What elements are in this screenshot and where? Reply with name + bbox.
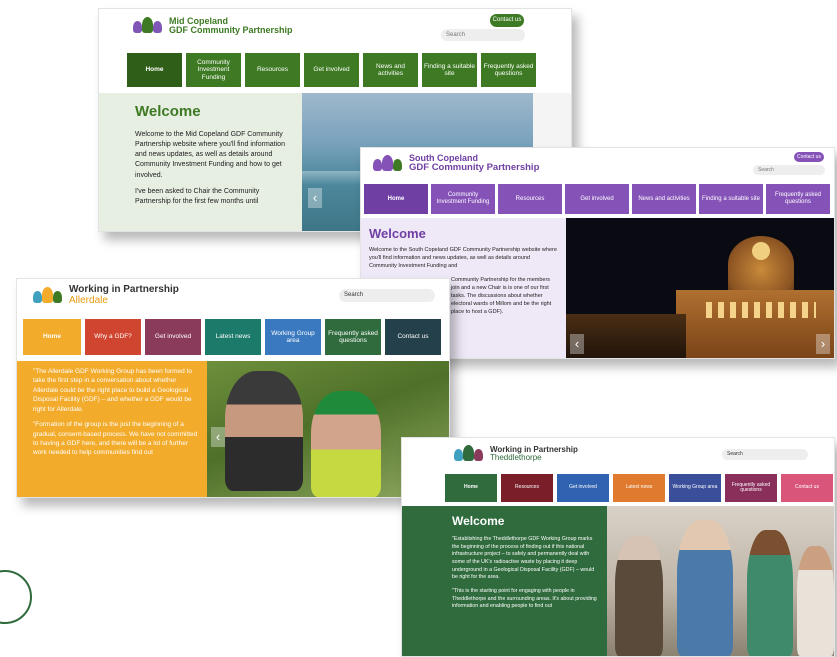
carousel-prev-button[interactable]: ‹ bbox=[308, 188, 322, 208]
nav-working-group-area[interactable]: Working Group area bbox=[265, 319, 321, 355]
search-input[interactable]: Search bbox=[441, 29, 525, 41]
theddlethorpe-screenshot: Working in Partnership Theddlethorpe Sea… bbox=[401, 437, 835, 657]
nav-latest-news[interactable]: Latest news bbox=[613, 474, 665, 502]
search-input[interactable]: Search bbox=[753, 165, 825, 175]
nav-contact-us[interactable]: Contact us bbox=[385, 319, 441, 355]
nav-finding-site[interactable]: Finding a suitable site bbox=[699, 184, 763, 214]
welcome-paragraph-1: Welcome to the South Copeland GDF Commun… bbox=[369, 247, 557, 269]
mid-copeland-logo[interactable]: Mid Copeland GDF Community Partnership bbox=[133, 16, 293, 36]
nav-faq[interactable]: Frequently asked questions bbox=[325, 319, 381, 355]
welcome-paragraph-1: Welcome to the Mid Copeland GDF Communit… bbox=[135, 131, 285, 179]
welcome-panel: Welcome "Establishing the Theddlethorpe … bbox=[402, 506, 607, 656]
nav-latest-news[interactable]: Latest news bbox=[205, 319, 261, 355]
allerdale-logo[interactable]: Working in Partnership Allerdale bbox=[33, 284, 179, 306]
nav-resources[interactable]: Resources bbox=[501, 474, 553, 502]
search-input[interactable]: Search bbox=[722, 449, 808, 460]
page-title: Welcome bbox=[452, 514, 505, 528]
nav-get-involved[interactable]: Get involved bbox=[565, 184, 629, 214]
logo-line2: Allerdale bbox=[69, 294, 108, 306]
people-logo-icon bbox=[373, 154, 403, 173]
nav-home[interactable]: Home bbox=[445, 474, 497, 502]
nav-resources[interactable]: Resources bbox=[245, 53, 300, 87]
nav-working-group-area[interactable]: Working Group area bbox=[669, 474, 721, 502]
nav-home[interactable]: Home bbox=[364, 184, 428, 214]
nav-home[interactable]: Home bbox=[127, 53, 182, 87]
intro-paragraph-2: "Formation of the group is the just the … bbox=[33, 421, 198, 457]
contact-us-button[interactable]: Contact us bbox=[794, 152, 824, 162]
nav-resources[interactable]: Resources bbox=[498, 184, 562, 214]
page-title: Welcome bbox=[369, 226, 426, 241]
nav-contact-us[interactable]: Contact us bbox=[781, 474, 833, 502]
main-nav: Home Community Investment Funding Resour… bbox=[364, 184, 830, 214]
nav-faq[interactable]: Frequently asked questions bbox=[481, 53, 536, 87]
allerdale-screenshot: Working in Partnership Allerdale Search … bbox=[16, 278, 450, 498]
theddlethorpe-logo[interactable]: Working in Partnership Theddlethorpe bbox=[454, 445, 578, 463]
logo-line2: Theddlethorpe bbox=[490, 453, 542, 462]
carousel-next-button[interactable]: › bbox=[816, 334, 830, 354]
search-input[interactable]: Search bbox=[339, 289, 435, 302]
nav-community-investment-funding[interactable]: Community Investment Funding bbox=[186, 53, 241, 87]
intro-panel: "The Allerdale GDF Working Group has bee… bbox=[17, 361, 207, 497]
people-logo-icon bbox=[33, 286, 63, 305]
contact-us-button[interactable]: Contact us bbox=[490, 14, 524, 27]
nav-get-involved[interactable]: Get involved bbox=[557, 474, 609, 502]
decorative-circle bbox=[0, 570, 32, 624]
nav-news-activities[interactable]: News and activities bbox=[632, 184, 696, 214]
people-logo-icon bbox=[133, 17, 163, 35]
nav-get-involved[interactable]: Get involved bbox=[145, 319, 201, 355]
logo-line1: Working in Partnership bbox=[69, 284, 179, 295]
main-nav: Home Resources Get involved Latest news … bbox=[445, 474, 833, 502]
intro-paragraph-1: "The Allerdale GDF Working Group has bee… bbox=[33, 368, 192, 413]
main-nav: Home Community Investment Funding Resour… bbox=[127, 53, 536, 87]
carousel-prev-button[interactable]: ‹ bbox=[570, 334, 584, 354]
main-nav: Home Why a GDF? Get involved Latest news… bbox=[23, 319, 441, 355]
nav-home[interactable]: Home bbox=[23, 319, 81, 355]
carousel-prev-button[interactable]: ‹ bbox=[211, 427, 225, 447]
nav-finding-site[interactable]: Finding a suitable site bbox=[422, 53, 477, 87]
welcome-paragraph-1: "Establishing the Theddlethorpe GDF Work… bbox=[452, 536, 595, 581]
logo-line2: GDF Community Partnership bbox=[409, 162, 540, 174]
welcome-paragraph-2: "This is the starting point for engaging… bbox=[452, 588, 597, 610]
nav-community-investment-funding[interactable]: Community Investment Funding bbox=[431, 184, 495, 214]
south-copeland-logo[interactable]: South Copeland GDF Community Partnership bbox=[373, 153, 540, 174]
nav-get-involved[interactable]: Get involved bbox=[304, 53, 359, 87]
logo-line2: GDF Community Partnership bbox=[169, 25, 293, 36]
welcome-paragraph-2: I've been asked to Chair the Community P… bbox=[135, 187, 260, 205]
nav-faq[interactable]: Frequently asked questions bbox=[766, 184, 830, 214]
people-logo-icon bbox=[454, 445, 484, 463]
hero-photo-group-meeting bbox=[607, 506, 834, 656]
hero-photo-night-building: ‹ › bbox=[566, 218, 834, 358]
welcome-panel: Welcome Welcome to the Mid Copeland GDF … bbox=[99, 93, 302, 231]
page-title: Welcome bbox=[135, 103, 201, 120]
nav-faq[interactable]: Frequently asked questions bbox=[725, 474, 777, 502]
nav-news-activities[interactable]: News and activities bbox=[363, 53, 418, 87]
nav-why-a-gdf[interactable]: Why a GDF? bbox=[85, 319, 141, 355]
